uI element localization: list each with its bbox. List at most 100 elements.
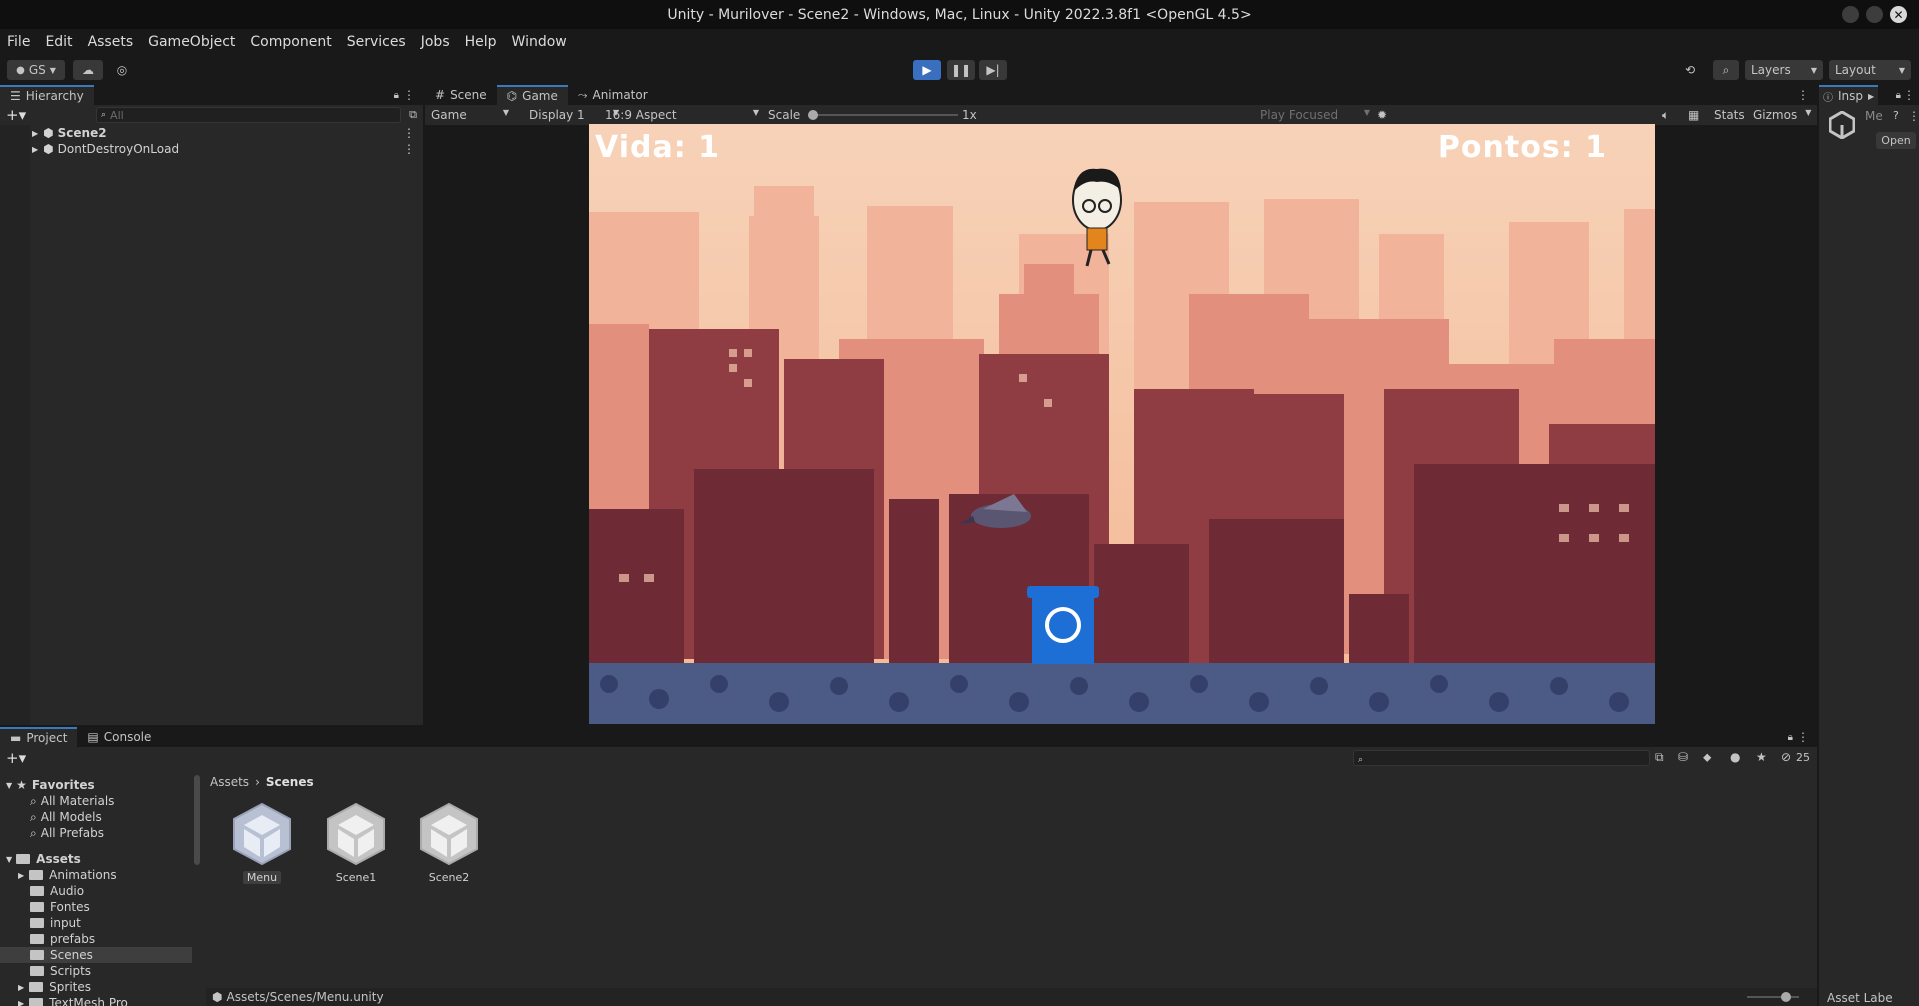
folder-audio[interactable]: Audio	[30, 883, 84, 899]
warning-icon[interactable]: ●	[1730, 750, 1740, 764]
game-toolbar: Game ▼ Display 1 ▼ 16:9 Aspect ▼ Scale 1…	[425, 105, 1817, 125]
minimize-button[interactable]	[1842, 6, 1859, 23]
scene-asset-scene1-icon[interactable]	[324, 801, 388, 867]
folder-icon	[30, 902, 44, 912]
assets-root[interactable]: ▼ Assets	[6, 851, 81, 867]
filter-type-icon[interactable]: ⛁	[1678, 750, 1688, 764]
tab-game[interactable]: ⌬ Game	[496, 85, 568, 105]
hierarchy-item-scene2[interactable]: ▶ ⬢ Scene2 ⋮	[0, 125, 423, 141]
folder-animations[interactable]: ▶ Animations	[18, 867, 117, 883]
menu-component[interactable]: Component	[250, 34, 331, 50]
label-icon[interactable]: ⬥	[1703, 750, 1711, 765]
favorite-all-prefabs[interactable]: ⌕ All Prefabs	[30, 825, 104, 841]
folder-scenes[interactable]: Scenes	[0, 947, 192, 963]
more-icon[interactable]: ⋮	[403, 88, 415, 102]
favorites-header[interactable]: ▼ ★ Favorites	[6, 777, 95, 793]
tab-inspector[interactable]: ⓘ Insp ▶	[1819, 85, 1879, 105]
open-button[interactable]: Open	[1876, 132, 1916, 149]
layers-dropdown[interactable]: Layers ▼	[1745, 60, 1823, 80]
tab-scene[interactable]: # Scene	[425, 85, 497, 105]
bug-icon[interactable]: ✹	[1377, 108, 1387, 122]
lock-icon[interactable]: 🔒︎	[1788, 732, 1793, 743]
menu-assets[interactable]: Assets	[88, 34, 134, 50]
grid-icon[interactable]: ▦	[1688, 108, 1699, 122]
lock-icon[interactable]: 🔒︎	[1896, 90, 1901, 101]
play-focused-dropdown[interactable]: Play Focused ▼	[1260, 108, 1370, 122]
menu-jobs[interactable]: Jobs	[421, 34, 450, 50]
collab-button[interactable]: ◎	[109, 60, 135, 80]
hierarchy-item-dontdestroyonload[interactable]: ▶ ⬢ DontDestroyOnLoad ⋮	[0, 141, 423, 157]
menu-edit[interactable]: Edit	[45, 34, 72, 50]
scene-asset-menu-icon[interactable]	[230, 801, 294, 867]
chevron-down-icon: ▼	[1363, 108, 1370, 117]
cloud-button[interactable]: ☁	[73, 60, 103, 80]
menu-window[interactable]: Window	[512, 34, 567, 50]
search-button[interactable]: ⌕	[1713, 60, 1739, 80]
scene-asset-scene2[interactable]: Scene2	[404, 871, 494, 884]
pause-button[interactable]: ❚❚	[947, 60, 975, 80]
menu-help[interactable]: Help	[465, 34, 497, 50]
stats-button[interactable]: Stats	[1714, 108, 1745, 122]
tab-animator[interactable]: ⤳ Animator	[568, 85, 658, 105]
tab-hierarchy[interactable]: ☰ Hierarchy	[0, 85, 94, 105]
more-icon[interactable]: ⋮	[1908, 109, 1919, 123]
favorite-all-models[interactable]: ⌕ All Models	[30, 809, 102, 825]
tree-scrollbar[interactable]	[194, 775, 200, 865]
add-icon[interactable]: +▾	[6, 106, 26, 124]
help-icon[interactable]: ?	[1893, 109, 1899, 122]
step-button[interactable]: ▶|	[979, 60, 1007, 80]
more-icon[interactable]: ⋮	[1797, 730, 1809, 744]
favorite-all-materials[interactable]: ⌕ All Materials	[30, 793, 114, 809]
menu-services[interactable]: Services	[347, 34, 406, 50]
game-viewport[interactable]: Vida: 1 Pontos: 1	[589, 124, 1655, 724]
maximize-button[interactable]	[1866, 6, 1883, 23]
lock-icon[interactable]: 🔒︎	[394, 90, 399, 101]
history-button[interactable]: ⟲	[1677, 60, 1703, 80]
aspect-dropdown[interactable]: 16:9 Aspect ▼	[601, 108, 763, 122]
breadcrumb-assets[interactable]: Assets	[210, 775, 249, 789]
icon-size-slider[interactable]	[1747, 992, 1799, 1002]
scene-asset-scene2-icon[interactable]	[417, 801, 481, 867]
folder-fontes[interactable]: Fontes	[30, 899, 90, 915]
inspector-panel: ⓘ Insp ▶ 🔒︎ ⋮ Me ? ⋮ Open Asset Labe	[1819, 85, 1919, 1006]
more-icon[interactable]: ⋮	[1903, 88, 1915, 102]
console-icon: ▤	[87, 730, 99, 744]
gizmos-dropdown[interactable]: Gizmos ▼	[1753, 108, 1811, 122]
folder-textmesh-pro[interactable]: ▶ TextMesh Pro	[18, 995, 128, 1006]
layout-dropdown[interactable]: Layout ▼	[1829, 60, 1911, 80]
play-button[interactable]: ▶	[913, 60, 941, 80]
hidden-icon[interactable]: ⊘	[1781, 750, 1791, 764]
hierarchy-search-input[interactable]: ⌕ All	[96, 107, 401, 123]
game-mode-dropdown[interactable]: Game ▼	[427, 108, 513, 122]
folder-input[interactable]: input	[30, 915, 81, 931]
search-scope-icon[interactable]: ⧉	[1655, 750, 1664, 765]
scale-slider-thumb[interactable]	[808, 110, 818, 120]
breadcrumb-scenes[interactable]: Scenes	[266, 775, 314, 789]
close-button[interactable]: ✕	[1890, 6, 1907, 23]
expand-arrow-icon[interactable]: ▶	[32, 145, 38, 154]
expand-arrow-icon[interactable]: ▶	[32, 129, 38, 138]
audio-icon[interactable]: 🔈︎	[1662, 108, 1669, 123]
folder-scripts[interactable]: Scripts	[30, 963, 91, 979]
star-icon[interactable]: ★	[1756, 750, 1767, 764]
filter-icon[interactable]: ⧉	[409, 108, 417, 122]
add-icon[interactable]: +▾	[6, 749, 26, 767]
folder-sprites[interactable]: ▶ Sprites	[18, 979, 91, 995]
more-icon[interactable]: ⋮	[1797, 88, 1809, 102]
tab-console[interactable]: ▤ Console	[77, 727, 161, 747]
tab-project[interactable]: ▬ Project	[0, 727, 78, 747]
scale-slider[interactable]	[808, 110, 958, 120]
scene-asset-scene1[interactable]: Scene1	[311, 871, 401, 884]
folder-icon	[30, 950, 44, 960]
folder-prefabs[interactable]: prefabs	[30, 931, 95, 947]
menu-file[interactable]: File	[7, 34, 30, 50]
account-dropdown[interactable]: ● GS ▼	[7, 60, 65, 80]
project-search-input[interactable]: ⌕	[1353, 750, 1650, 766]
more-icon[interactable]: ⋮	[403, 142, 415, 156]
menu-gameobject[interactable]: GameObject	[148, 34, 235, 50]
gamepad-icon: ⌬	[506, 89, 518, 103]
icon-size-slider-thumb[interactable]	[1781, 992, 1791, 1002]
scene-asset-menu[interactable]: Menu	[217, 871, 307, 884]
hierarchy-tab-label: Hierarchy	[25, 89, 84, 103]
more-icon[interactable]: ⋮	[403, 126, 415, 140]
